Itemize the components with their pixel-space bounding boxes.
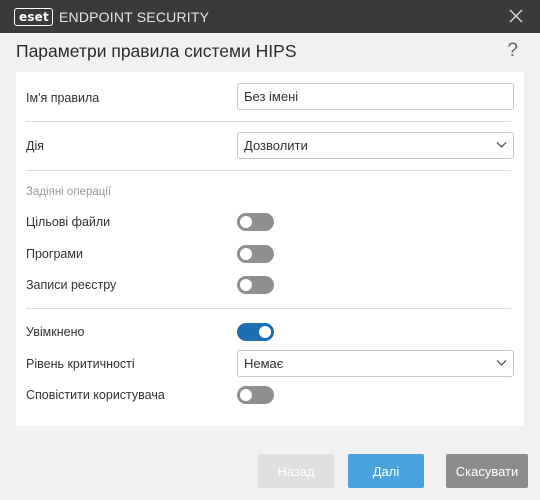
back-button[interactable]: Назад <box>258 454 334 488</box>
notify-user-toggle[interactable] <box>237 386 274 404</box>
toggle-knob <box>240 389 252 401</box>
eset-logo-mark: eset <box>14 7 53 26</box>
toggle-knob <box>240 248 252 260</box>
close-button[interactable] <box>506 6 526 26</box>
help-icon[interactable]: ? <box>507 40 518 62</box>
divider <box>26 121 511 122</box>
rule-name-input[interactable] <box>237 83 514 110</box>
operations-section-label: Задіяні операції <box>26 186 112 198</box>
eset-logo: eset ENDPOINT SECURITY <box>14 7 209 26</box>
divider <box>26 170 511 171</box>
registry-label: Записи реєстру <box>26 278 117 292</box>
chevron-down-icon <box>496 360 507 366</box>
cancel-button[interactable]: Скасувати <box>446 454 528 488</box>
target-files-toggle[interactable] <box>237 213 274 231</box>
divider <box>26 308 511 309</box>
notify-user-label: Сповістити користувача <box>26 388 165 402</box>
toggle-knob <box>240 216 252 228</box>
apps-toggle[interactable] <box>237 245 274 263</box>
apps-label: Програми <box>26 247 83 261</box>
severity-select-value: Немає <box>244 356 284 371</box>
action-label: Дія <box>26 139 45 153</box>
title-bar: eset ENDPOINT SECURITY <box>0 0 540 33</box>
chevron-down-icon <box>496 142 507 148</box>
target-files-label: Цільові файли <box>26 215 111 229</box>
rule-name-label: Ім'я правила <box>26 91 100 105</box>
registry-toggle[interactable] <box>237 276 274 294</box>
enabled-label: Увімкнено <box>26 325 85 339</box>
toggle-knob <box>240 279 252 291</box>
dialog-title: Параметри правила системи HIPS <box>16 41 297 61</box>
enabled-toggle[interactable] <box>237 323 274 341</box>
action-select-value: Дозволити <box>244 138 308 153</box>
severity-label: Рівень критичності <box>26 357 135 371</box>
toggle-knob <box>259 326 271 338</box>
action-select[interactable]: Дозволити <box>237 132 514 159</box>
next-button[interactable]: Далі <box>348 454 424 488</box>
severity-select[interactable]: Немає <box>237 350 514 377</box>
app-name: ENDPOINT SECURITY <box>58 8 210 25</box>
settings-panel: Ім'я правила Дія Дозволити Задіяні опера… <box>16 72 524 426</box>
close-icon <box>509 9 523 23</box>
